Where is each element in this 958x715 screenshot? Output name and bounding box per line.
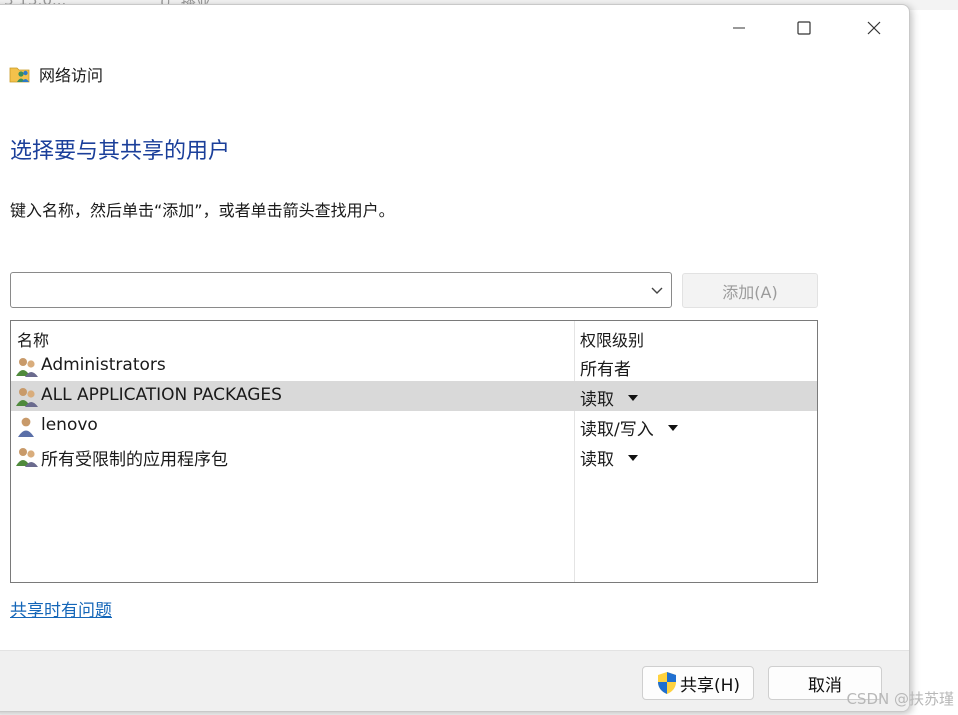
row-name: ALL APPLICATION PACKAGES [41,385,282,405]
network-access-dialog: 网络访问 选择要与其共享的用户 键入名称，然后单击“添加”，或者单击箭头查找用户… [0,4,910,712]
row-name: lenovo [41,415,98,435]
column-header-name[interactable]: 名称 [17,327,49,351]
dialog-title-bar: 网络访问 [9,62,103,86]
table-row[interactable]: Administrators 所有者 [11,351,817,381]
close-button[interactable] [851,13,897,43]
group-users-icon [16,358,38,377]
dialog-footer: 共享(H) 取消 [0,650,909,711]
user-name-combobox[interactable] [10,272,672,308]
user-permission-list[interactable]: 名称 权限级别 Administrators 所有者 ALL APPLICATI… [10,320,818,583]
row-permission: 所有者 [580,360,631,380]
watermark-text: CSDN @扶苏瑾 [846,690,954,708]
group-users-icon [16,388,38,407]
table-row[interactable]: 所有受限制的应用程序包 读取 [11,441,817,471]
user-name-input[interactable] [19,274,623,306]
row-name: Administrators [41,355,166,375]
cancel-button-label: 取消 [808,675,842,696]
permission-dropdown[interactable]: 读取/写入 [580,415,678,440]
add-button[interactable]: 添加(A) [682,273,818,308]
dropdown-arrow-icon [628,394,638,401]
permission-dropdown[interactable]: 读取 [580,445,638,470]
sharing-help-link[interactable]: 共享时有问题 [10,596,112,621]
table-row[interactable]: lenovo 读取/写入 [11,411,817,441]
minimize-button[interactable] [716,13,762,43]
chevron-down-icon[interactable] [649,282,665,298]
row-name: 所有受限制的应用程序包 [41,450,228,470]
close-icon [867,21,881,35]
share-button-label: 共享(H) [679,675,741,696]
shared-folder-icon [9,67,30,83]
list-header: 名称 权限级别 [11,321,817,351]
column-header-permission[interactable]: 权限级别 [580,327,644,351]
page-heading: 选择要与其共享的用户 [10,139,231,164]
dropdown-arrow-icon [667,424,678,431]
permission-dropdown[interactable]: 读取 [580,385,638,410]
dialog-title: 网络访问 [39,66,104,85]
instruction-text: 键入名称，然后单击“添加”，或者单击箭头查找用户。 [10,201,395,220]
group-users-icon [16,448,38,467]
minimize-icon [733,27,745,29]
table-row[interactable]: ALL APPLICATION PACKAGES 读取 [11,381,817,411]
add-button-label: 添加(A) [722,282,778,302]
maximize-button[interactable] [781,13,827,43]
dropdown-arrow-icon [628,454,638,461]
share-button[interactable]: 共享(H) [642,666,754,700]
user-icon [18,417,34,437]
maximize-icon [797,21,811,35]
uac-shield-icon [657,672,676,694]
